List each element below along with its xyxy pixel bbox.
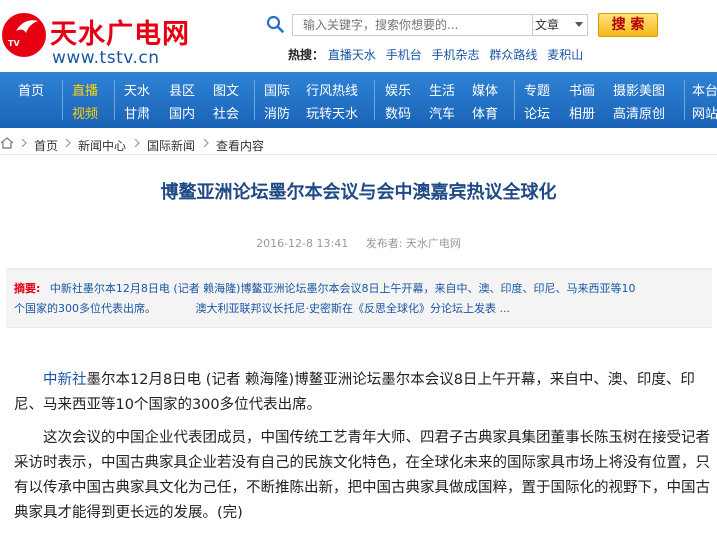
article-title: 博鳌亚洲论坛墨尔本会议与会中澳嘉宾热议全球化: [160, 182, 557, 203]
breadcrumb-current: 查看内容: [216, 139, 265, 153]
nav-item-life[interactable]: 生活: [429, 80, 455, 99]
source-link[interactable]: 中新社: [43, 372, 87, 388]
hot-search: 热搜： 直播天水 手机台 手机杂志 群众路线 麦积山: [288, 46, 589, 63]
summary-text: 中新社墨尔本12月8日电 (记者 赖海隆)博鳌亚洲论坛墨尔本会议8日上午开幕，来…: [49, 282, 636, 295]
nav-item-forum[interactable]: 论坛: [524, 103, 550, 122]
logo-url: www.tstv.cn: [52, 48, 160, 68]
nav-item-media[interactable]: 媒体: [472, 80, 498, 99]
article-meta: 2016-12-8 13:41 发布者: 天水广电网: [0, 235, 717, 251]
bird-icon: [16, 20, 38, 33]
nav-divider: [684, 80, 685, 120]
nav-item-fire[interactable]: 消防: [264, 103, 290, 122]
search-input[interactable]: [292, 14, 532, 36]
home-icon[interactable]: [0, 137, 14, 149]
chevron-right-icon: [65, 139, 71, 147]
breadcrumb-news-center[interactable]: 新闻中心: [78, 137, 126, 154]
logo-name: 天水广电网: [50, 19, 190, 50]
hot-link[interactable]: 手机台: [386, 48, 422, 62]
nav-item-tianshui[interactable]: 天水: [124, 80, 150, 99]
nav-item-picture[interactable]: 图文: [213, 80, 239, 99]
hot-link[interactable]: 手机杂志: [432, 48, 480, 62]
nav-divider: [114, 80, 115, 120]
summary-more: 澳大利亚联邦议长托尼·史密斯在《反思全球化》分论坛上发表 ...: [195, 302, 510, 315]
breadcrumb: 首页 新闻中心 国际新闻 查看内容: [0, 133, 717, 155]
chevron-down-icon: [575, 22, 583, 27]
nav-item-home[interactable]: 首页: [18, 80, 44, 99]
site-header: TV 天水广电网 www.tstv.cn 文章 搜 索 热搜： 直播天水 手机台…: [0, 0, 717, 72]
nav-divider: [374, 80, 375, 120]
logo-badge: TV: [8, 39, 20, 48]
chevron-right-icon: [203, 139, 209, 147]
paragraph-text: 墨尔本12月8日电 (记者 赖海隆)博鳌亚洲论坛墨尔本会议8日上午开幕，来自中、…: [14, 372, 695, 413]
hot-link[interactable]: 直播天水: [328, 48, 376, 62]
nav-item-calligraphy[interactable]: 书画: [569, 80, 595, 99]
nav-item-hotline[interactable]: 行风热线: [306, 80, 358, 99]
nav-item-website[interactable]: 网站: [692, 103, 717, 122]
logo-emblem: TV: [2, 13, 46, 57]
article-paragraph: 这次会议的中国企业代表团成员，中国传统工艺青年大师、四君子古典家具集团董事长陈玉…: [14, 430, 710, 521]
article-body: 中新社墨尔本12月8日电 (记者 赖海隆)博鳌亚洲论坛墨尔本会议8日上午开幕，来…: [14, 368, 714, 534]
search-bar: 文章 搜 索: [266, 12, 706, 38]
nav-divider: [254, 80, 255, 120]
nav-item-topics[interactable]: 专题: [524, 80, 550, 99]
summary-label: 摘要:: [14, 282, 41, 295]
nav-item-video[interactable]: 视频: [72, 103, 98, 122]
search-icon: [266, 15, 284, 33]
article-date: 2016-12-8 13:41: [256, 237, 349, 250]
nav-item-entertainment[interactable]: 娱乐: [385, 80, 411, 99]
chevron-right-icon: [134, 139, 140, 147]
nav-item-digital[interactable]: 数码: [385, 103, 411, 122]
nav-item-fun-tianshui[interactable]: 玩转天水: [306, 103, 358, 122]
article-publisher: 发布者: 天水广电网: [365, 237, 461, 250]
article-paragraph: 中新社墨尔本12月8日电 (记者 赖海隆)博鳌亚洲论坛墨尔本会议8日上午开幕，来…: [14, 368, 714, 418]
breadcrumb-home[interactable]: 首页: [34, 137, 58, 154]
nav-item-album[interactable]: 相册: [569, 103, 595, 122]
hot-link[interactable]: 麦积山: [547, 48, 583, 62]
chevron-right-icon: [21, 139, 27, 147]
nav-item-domestic[interactable]: 国内: [169, 103, 195, 122]
nav-item-live[interactable]: 直播: [72, 80, 98, 99]
nav-item-auto[interactable]: 汽车: [429, 103, 455, 122]
nav-item-society[interactable]: 社会: [213, 103, 239, 122]
main-nav: 首页 直播 视频 天水 县区 图文 甘肃 国内 社会 国际 行风热线 消防 玩转…: [0, 72, 717, 128]
nav-item-station[interactable]: 本台: [692, 80, 717, 99]
nav-item-county[interactable]: 县区: [169, 80, 195, 99]
nav-item-hd-original[interactable]: 高清原创: [613, 103, 665, 122]
breadcrumb-international[interactable]: 国际新闻: [147, 137, 195, 154]
nav-item-photography[interactable]: 摄影美图: [613, 80, 665, 99]
nav-item-sports[interactable]: 体育: [472, 103, 498, 122]
article-summary: 摘要: 中新社墨尔本12月8日电 (记者 赖海隆)博鳌亚洲论坛墨尔本会议8日上午…: [6, 268, 712, 328]
summary-text-cont: 个国家的300多位代表出席。: [14, 302, 156, 315]
site-logo[interactable]: TV 天水广电网 www.tstv.cn: [0, 8, 200, 68]
nav-item-gansu[interactable]: 甘肃: [124, 103, 150, 122]
search-category-select[interactable]: 文章: [532, 14, 588, 36]
nav-item-international[interactable]: 国际: [264, 80, 290, 99]
nav-divider: [62, 80, 63, 120]
hot-search-label: 热搜：: [288, 48, 325, 62]
search-button[interactable]: 搜 索: [598, 13, 658, 37]
hot-link[interactable]: 群众路线: [489, 48, 537, 62]
nav-divider: [514, 80, 515, 120]
search-category-value: 文章: [535, 18, 560, 32]
